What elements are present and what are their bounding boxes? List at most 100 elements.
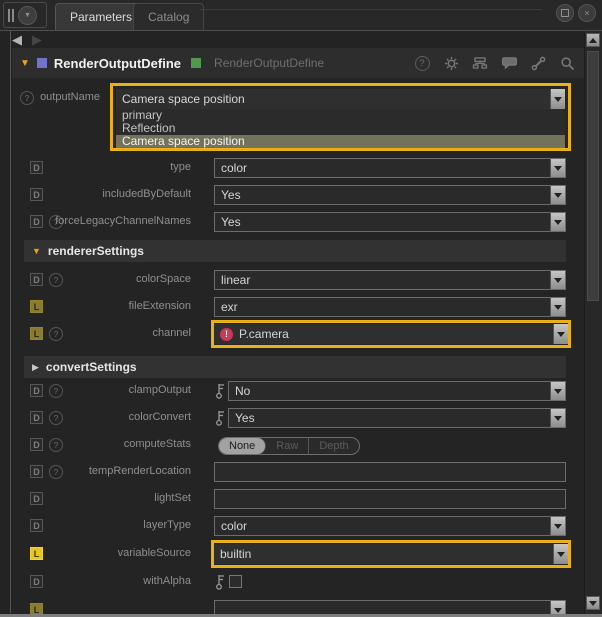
param-row-colorconvert: D ? colorConvert Yes: [12, 408, 585, 428]
local-state-badge[interactable]: L: [30, 327, 43, 340]
group-renderersettings[interactable]: ▼ rendererSettings: [24, 240, 566, 262]
vertical-scrollbar[interactable]: [584, 31, 602, 617]
help-icon: ?: [49, 411, 63, 425]
dropdown-arrow-icon[interactable]: [550, 186, 565, 204]
dropdown-arrow-icon[interactable]: [550, 298, 565, 316]
default-state-badge[interactable]: D: [30, 411, 43, 424]
segment-raw[interactable]: Raw: [266, 438, 309, 454]
drag-handle-icon[interactable]: [8, 9, 14, 22]
default-state-badge[interactable]: D: [30, 384, 43, 397]
temprenderlocation-input[interactable]: [214, 462, 566, 482]
tab-catalog[interactable]: Catalog: [133, 3, 204, 30]
param-row-layertype: D layerType color: [12, 516, 585, 536]
dropdown-arrow-icon[interactable]: [550, 213, 565, 231]
default-state-badge[interactable]: D: [30, 438, 43, 451]
param-label: tempRenderLocation: [89, 465, 191, 477]
variablesource-value: builtin: [214, 547, 251, 561]
default-state-badge[interactable]: D: [30, 519, 43, 532]
group-collapsed-icon[interactable]: ▶: [32, 362, 39, 373]
layertype-value: color: [215, 519, 247, 533]
colorconvert-dropdown[interactable]: Yes: [228, 408, 566, 428]
help-icon: ?: [49, 384, 63, 398]
layertype-dropdown[interactable]: color: [214, 516, 566, 536]
param-row-clampoutput: D ? clampOutput No: [12, 381, 585, 401]
default-state-badge[interactable]: D: [30, 188, 43, 201]
local-state-badge[interactable]: L: [30, 300, 43, 313]
colorspace-dropdown[interactable]: linear: [214, 270, 566, 290]
default-state-badge[interactable]: D: [30, 492, 43, 505]
popout-pane-button[interactable]: [556, 4, 574, 22]
back-button[interactable]: ◀: [12, 32, 22, 48]
scroll-down-button[interactable]: [586, 596, 600, 610]
dropdown-arrow-icon[interactable]: [550, 159, 565, 177]
segment-none[interactable]: None: [219, 438, 266, 454]
default-state-badge[interactable]: D: [30, 161, 43, 174]
tab-bar: ▼ Parameters Catalog ×: [0, 0, 602, 31]
withalpha-checkbox[interactable]: [229, 575, 242, 588]
node-graph-icon[interactable]: [472, 55, 488, 71]
comment-icon[interactable]: [501, 55, 517, 71]
collapse-node-icon[interactable]: ▼: [20, 58, 30, 69]
default-state-badge[interactable]: D: [30, 465, 43, 478]
forward-button[interactable]: ▶: [32, 32, 42, 48]
variablesource-dropdown[interactable]: builtin: [214, 544, 568, 564]
conditional-state-pin-icon[interactable]: [215, 382, 226, 400]
dropdown-arrow-icon[interactable]: [550, 89, 565, 109]
error-icon: !: [220, 328, 233, 341]
scrollbar-thumb[interactable]: [587, 51, 599, 301]
node-type-label: RenderOutputDefine: [214, 56, 324, 70]
dropdown-arrow-icon[interactable]: [550, 271, 565, 289]
group-convertsettings[interactable]: ▶ convertSettings: [24, 356, 566, 378]
param-row-forcelegacychannelnames: D ? forceLegacyChannelNames Yes: [12, 212, 585, 232]
dropdown-arrow-icon[interactable]: [553, 544, 568, 564]
dropdown-arrow-icon[interactable]: [550, 409, 565, 427]
dropdown-arrow-icon[interactable]: [550, 517, 565, 535]
type-dropdown[interactable]: color: [214, 158, 566, 178]
node-title: RenderOutputDefine: [54, 56, 181, 71]
fileextension-dropdown[interactable]: exr: [214, 297, 566, 317]
pane-handle[interactable]: ▼: [3, 2, 47, 28]
param-row-lightset: D lightSet: [12, 489, 585, 509]
channel-dropdown[interactable]: ! P.camera: [214, 324, 568, 344]
param-label: colorSpace: [136, 273, 191, 285]
node-state-swatch: [191, 58, 201, 68]
param-row-fileextension: L fileExtension exr: [12, 297, 585, 317]
param-row-type: D type color: [12, 158, 585, 178]
segment-depth[interactable]: Depth: [309, 438, 358, 454]
colorspace-value: linear: [215, 273, 250, 287]
help-icon[interactable]: ?: [414, 55, 430, 71]
clampoutput-dropdown[interactable]: No: [228, 381, 566, 401]
outputname-highlight-box: Camera space position primary Reflection…: [110, 83, 571, 151]
wrench-icon[interactable]: [530, 55, 546, 71]
default-state-badge[interactable]: D: [30, 575, 43, 588]
param-label: variableSource: [118, 547, 191, 559]
lightset-input[interactable]: [214, 489, 566, 509]
menu-option-selected[interactable]: Camera space position: [116, 135, 565, 148]
conditional-state-pin-icon[interactable]: [215, 409, 226, 427]
close-pane-button[interactable]: ×: [578, 4, 596, 22]
param-label: includedByDefault: [102, 188, 191, 200]
pane-menu-button[interactable]: ▼: [18, 6, 37, 25]
channel-value: P.camera: [233, 327, 289, 341]
outputname-dropdown[interactable]: Camera space position: [116, 89, 565, 109]
outputname-value: Camera space position: [116, 92, 245, 106]
param-label: colorConvert: [129, 411, 191, 423]
local-state-badge[interactable]: L: [30, 547, 43, 560]
dropdown-arrow-icon[interactable]: [553, 324, 568, 344]
conditional-state-pin-icon[interactable]: [215, 573, 226, 591]
parameter-list: ? outputName Camera space position prima…: [12, 78, 585, 617]
forcelegacychannelnames-dropdown[interactable]: Yes: [214, 212, 566, 232]
param-label: outputName: [40, 91, 100, 103]
dropdown-arrow-icon[interactable]: [550, 382, 565, 400]
search-icon[interactable]: [559, 55, 575, 71]
menu-option[interactable]: primary: [116, 109, 565, 122]
group-expanded-icon[interactable]: ▼: [32, 246, 41, 256]
parameters-pane: ▼ Parameters Catalog × ◀ ▶ ▼ RenderOutpu…: [0, 0, 602, 617]
default-state-badge[interactable]: D: [30, 215, 43, 228]
gear-icon[interactable]: [443, 55, 459, 71]
includedbydefault-dropdown[interactable]: Yes: [214, 185, 566, 205]
history-nav: ◀ ▶: [12, 31, 42, 49]
param-label: type: [170, 161, 191, 173]
scroll-up-button[interactable]: [586, 33, 600, 47]
default-state-badge[interactable]: D: [30, 273, 43, 286]
